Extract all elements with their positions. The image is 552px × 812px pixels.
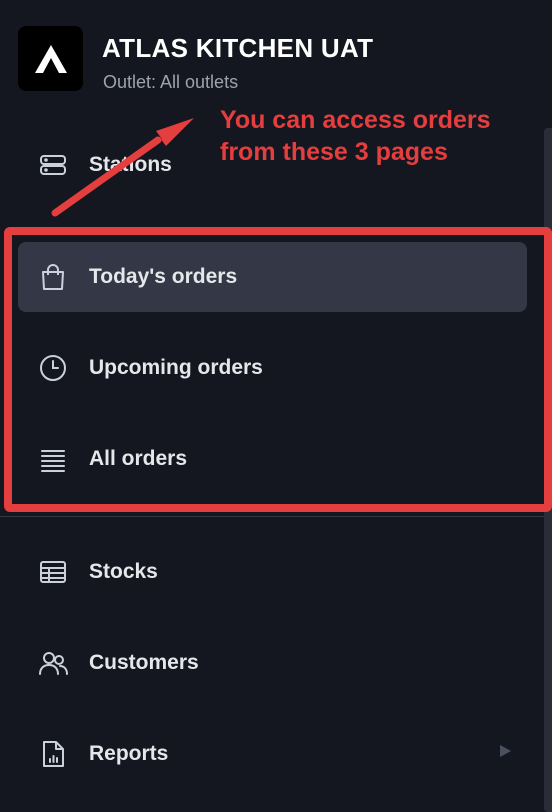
nav-item-todays-orders[interactable]: Today's orders (18, 242, 527, 312)
document-chart-icon (38, 739, 68, 769)
nav-label-stocks: Stocks (89, 560, 158, 583)
table-icon (38, 557, 68, 587)
chevron-right-icon[interactable] (500, 745, 511, 757)
nav-item-reports[interactable]: Reports (18, 719, 527, 789)
clock-icon (38, 353, 68, 383)
outlet-selector[interactable]: Outlet: All outlets (103, 72, 238, 93)
annotation-line-1: You can access orders (220, 106, 491, 134)
list-lines-icon (38, 444, 68, 474)
sidebar: ATLAS KITCHEN UAT Outlet: All outlets St… (0, 0, 552, 812)
users-icon (38, 648, 68, 678)
annotation-text: You can access orders from these 3 pages (220, 104, 550, 168)
scrollbar[interactable] (544, 128, 552, 812)
annotation-line-2: from these 3 pages (220, 138, 448, 166)
nav-item-customers[interactable]: Customers (18, 628, 527, 698)
nav-label-customers: Customers (89, 651, 199, 674)
nav-label-all-orders: All orders (89, 447, 188, 470)
server-stack-icon (38, 150, 68, 180)
nav-item-upcoming-orders[interactable]: Upcoming orders (18, 333, 527, 403)
section-divider (0, 516, 544, 517)
nav-label-upcoming-orders: Upcoming orders (89, 356, 263, 379)
nav-label-reports: Reports (89, 742, 169, 765)
shopping-bag-icon (38, 262, 68, 292)
nav-item-all-orders[interactable]: All orders (18, 424, 527, 494)
atlas-logo-icon (34, 44, 67, 73)
nav-item-stocks[interactable]: Stocks (18, 537, 527, 607)
app-title: ATLAS KITCHEN UAT (102, 33, 374, 63)
brand-logo[interactable] (18, 26, 83, 91)
nav-label-todays-orders: Today's orders (89, 265, 238, 288)
nav-label-stations: Stations (89, 153, 172, 176)
